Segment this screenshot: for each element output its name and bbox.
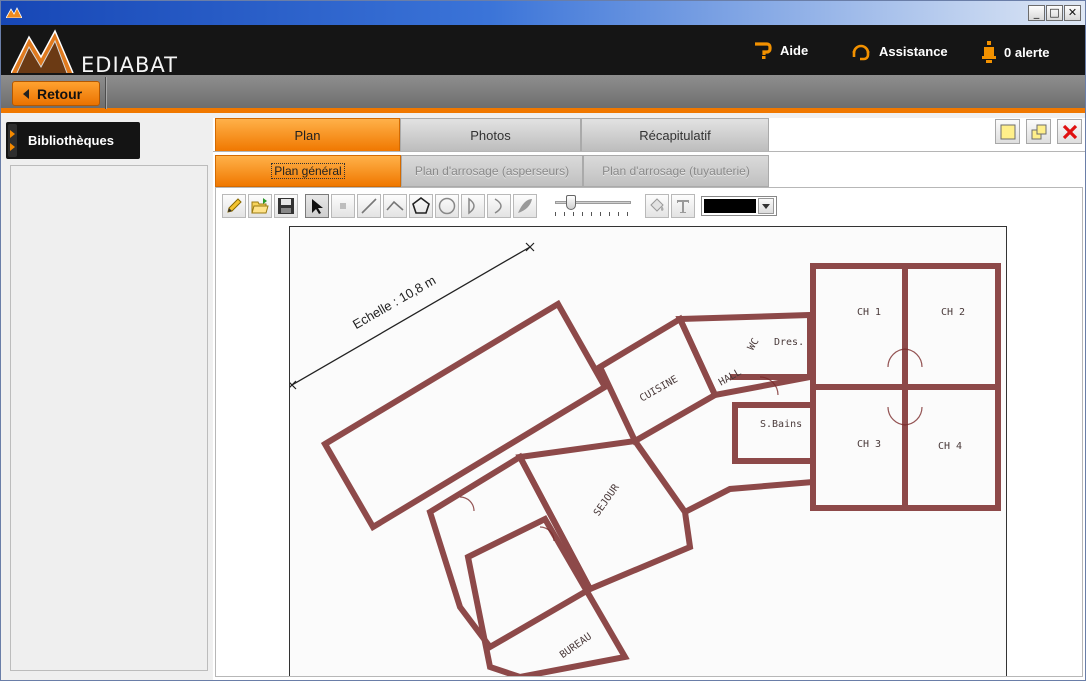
room-ch3: CH 3	[857, 439, 882, 450]
assistance-link[interactable]: Assistance	[850, 41, 948, 61]
text-icon	[677, 200, 689, 213]
arc-right-icon	[494, 198, 502, 214]
arc-right-tool[interactable]	[487, 194, 511, 218]
select-tool[interactable]	[305, 194, 329, 218]
retour-button[interactable]: Retour	[12, 81, 100, 106]
open-folder-icon	[251, 198, 269, 214]
close-window-button[interactable]: ✕	[1064, 5, 1081, 21]
plan-content: Echelle : 10,8 m CH 1 CH 2 CH 3 CH 4 CUI…	[215, 187, 1083, 677]
app-window: _ □ ✕ EDIABAT Aide Assistance 0 alerte R…	[0, 0, 1086, 681]
close-document-button[interactable]	[1057, 119, 1082, 144]
rectangle-tool[interactable]	[331, 194, 355, 218]
room-sbains: S.Bains	[760, 419, 803, 430]
main-area: Plan Photos Récapitulatif Plan général P…	[213, 118, 1085, 680]
bibliotheques-tab[interactable]: Bibliothèques	[6, 122, 140, 159]
close-x-icon	[1062, 124, 1077, 139]
library-list[interactable]	[10, 165, 208, 671]
corner-buttons	[995, 119, 1082, 144]
bibliotheques-label: Bibliothèques	[28, 133, 114, 148]
save-tool[interactable]	[274, 194, 298, 218]
logo-text: EDIABAT	[81, 53, 178, 77]
room-dres: Dres.	[774, 337, 805, 348]
drawing-toolbar	[222, 193, 777, 219]
shade-icon	[518, 199, 532, 213]
slider-ticks	[555, 212, 633, 216]
polygon-tool[interactable]	[409, 194, 433, 218]
tab-plan[interactable]: Plan	[215, 118, 400, 152]
room-ch2: CH 2	[941, 307, 966, 318]
rectangle-icon	[340, 203, 346, 209]
single-window-button[interactable]	[995, 119, 1020, 144]
slider-thumb[interactable]	[565, 195, 576, 210]
retour-label: Retour	[37, 85, 83, 102]
nav-bar: Retour	[1, 75, 1085, 113]
subtab-arrosage-asperseurs[interactable]: Plan d'arrosage (asperseurs)	[401, 155, 583, 187]
dropdown-arrow-icon[interactable]	[758, 198, 774, 214]
alert-bell-icon	[982, 41, 996, 63]
floor-plan-canvas[interactable]: Echelle : 10,8 m CH 1 CH 2 CH 3 CH 4 CUI…	[289, 226, 1007, 676]
polyline-tool[interactable]	[383, 194, 407, 218]
tab-recapitulatif[interactable]: Récapitulatif	[581, 118, 769, 152]
circle-icon	[438, 197, 456, 215]
help-question-icon	[755, 42, 772, 59]
tab-photos[interactable]: Photos	[400, 118, 581, 152]
left-panel: Bibliothèques	[3, 118, 212, 680]
single-window-icon	[1000, 124, 1015, 139]
alerte-link[interactable]: 0 alerte	[981, 41, 1050, 63]
tabs-divider	[213, 151, 1085, 152]
window-titlebar[interactable]: _ □ ✕	[1, 1, 1085, 25]
app-header: EDIABAT Aide Assistance 0 alerte	[1, 25, 1085, 77]
polyline-icon	[386, 200, 404, 211]
subtab-arrosage-tuyauterie[interactable]: Plan d'arrosage (tuyauterie)	[583, 155, 769, 187]
tile-windows-button[interactable]	[1026, 119, 1051, 144]
mediabat-logo: EDIABAT	[10, 29, 186, 77]
app-icon	[6, 7, 22, 18]
tile-windows-icon	[1031, 124, 1046, 139]
line-icon	[361, 198, 377, 214]
room-ch4: CH 4	[938, 441, 963, 452]
shade-tool[interactable]	[513, 194, 537, 218]
aide-link[interactable]: Aide	[753, 41, 808, 59]
subtab-plan-general[interactable]: Plan général	[215, 155, 401, 187]
assistance-headset-icon	[852, 44, 870, 61]
nav-separator	[105, 77, 107, 109]
minimize-button[interactable]: _	[1028, 5, 1045, 21]
back-arrow-icon	[23, 88, 29, 99]
fill-bucket-icon	[650, 198, 664, 212]
selected-color-swatch	[704, 199, 757, 213]
aide-label: Aide	[780, 42, 809, 58]
maximize-button[interactable]: □	[1046, 5, 1063, 21]
fill-tool[interactable]	[645, 194, 669, 218]
line-tool[interactable]	[357, 194, 381, 218]
sub-tabs: Plan général Plan d'arrosage (asperseurs…	[215, 155, 769, 187]
select-arrow-icon	[312, 199, 323, 214]
color-picker[interactable]	[701, 196, 777, 216]
pencil-icon	[227, 198, 242, 213]
save-icon	[278, 198, 294, 214]
alerte-label: 0 alerte	[1004, 44, 1050, 60]
logo-mark-icon	[10, 29, 74, 74]
pencil-tool[interactable]	[222, 194, 246, 218]
assistance-label: Assistance	[879, 43, 948, 59]
arc-icon	[468, 197, 475, 215]
polygon-icon	[412, 197, 430, 214]
main-tabs: Plan Photos Récapitulatif	[215, 118, 769, 152]
room-ch1: CH 1	[857, 307, 882, 318]
open-tool[interactable]	[248, 194, 272, 218]
circle-tool[interactable]	[435, 194, 459, 218]
arc-tool[interactable]	[461, 194, 485, 218]
text-tool[interactable]	[671, 194, 695, 218]
zoom-slider[interactable]	[551, 194, 639, 218]
expand-handle-icon[interactable]	[8, 124, 17, 157]
